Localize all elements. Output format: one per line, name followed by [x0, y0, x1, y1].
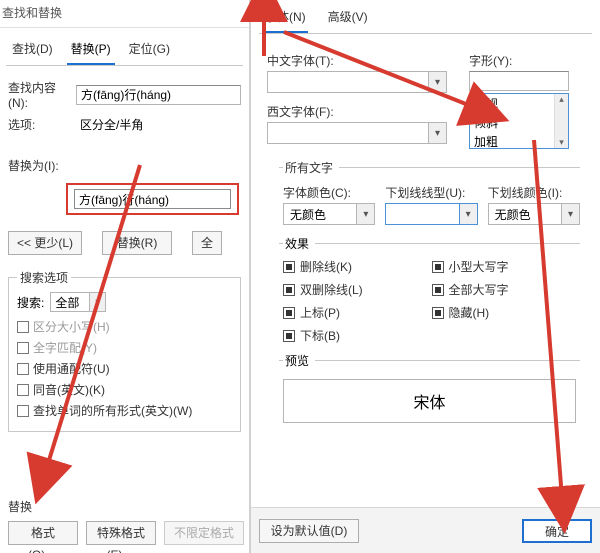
- replacewith-row: 替换为(I):: [0, 154, 249, 177]
- cb-super[interactable]: 上标(P): [283, 304, 432, 321]
- findwhat-input[interactable]: [76, 85, 241, 105]
- cb-dstrike[interactable]: 双删除线(L): [283, 281, 432, 298]
- ulcolor-label: 下划线颜色(I):: [488, 184, 580, 201]
- replacewith-label: 替换为(I):: [8, 157, 74, 174]
- tab-goto[interactable]: 定位(G): [125, 36, 174, 65]
- cjkfont-select[interactable]: ▾: [267, 71, 447, 93]
- replacewith-highlight: [66, 183, 239, 215]
- underline-label: 下划线线型(U):: [385, 184, 477, 201]
- font-dialog-footer: 设为默认值(D) 确定: [251, 507, 600, 553]
- style-listbox[interactable]: 常规 倾斜 加粗: [469, 93, 569, 149]
- font-tab-strip: 字体(N) 高级(V): [251, 4, 600, 33]
- effects-legend: 效果: [283, 235, 315, 252]
- findwhat-label: 查找内容(N):: [8, 79, 70, 110]
- underline-select[interactable]: ▾: [385, 203, 477, 225]
- search-scope-label: 搜索:: [17, 294, 44, 311]
- chevron-down-icon: ▾: [459, 204, 477, 224]
- replace-format-heading: 替换: [8, 498, 241, 515]
- options-row: 选项: 区分全/半角: [0, 113, 249, 136]
- cb-strike[interactable]: 删除线(K): [283, 258, 432, 275]
- cb-smallcaps[interactable]: 小型大写字: [432, 258, 581, 275]
- less-button[interactable]: << 更少(L): [8, 231, 82, 255]
- tab-strip: 查找(D) 替换(P) 定位(G): [0, 28, 249, 65]
- latinfont-select[interactable]: ▾: [267, 122, 447, 144]
- format-button-row: 格式(O)▼ 特殊格式(E)▼ 不限定格式: [0, 521, 249, 553]
- set-default-button[interactable]: 设为默认值(D): [259, 519, 359, 543]
- ok-button[interactable]: 确定: [522, 519, 592, 543]
- chevron-down-icon: ▾: [561, 204, 579, 224]
- search-scope-value: 全部: [55, 294, 79, 311]
- find-replace-dialog: 查找和替换 查找(D) 替换(P) 定位(G) 查找内容(N): 选项: 区分全…: [0, 0, 250, 553]
- preview-box: 宋体: [283, 379, 576, 423]
- latinfont-label: 西文字体(F):: [267, 103, 447, 120]
- cjkfont-label: 中文字体(T):: [267, 52, 447, 69]
- ulcolor-select[interactable]: 无颜色 ▾: [488, 203, 580, 225]
- tab-advanced[interactable]: 高级(V): [326, 4, 370, 33]
- search-scope-row: 搜索: 全部 ▾: [17, 292, 232, 312]
- all-text-legend: 所有文字: [283, 159, 339, 176]
- fontcolor-select[interactable]: 无颜色 ▾: [283, 203, 375, 225]
- replace-button[interactable]: 替换(R): [102, 231, 172, 255]
- chevron-down-icon: ▾: [356, 204, 374, 224]
- all-text-group: 所有文字 字体颜色(C): 无颜色 ▾ 下划线线型(U): ▾: [279, 159, 580, 225]
- preview-legend: 预览: [283, 352, 315, 369]
- effects-group: 效果 删除线(K) 双删除线(L) 上标(P) 下标(B) 小型大写字 全部大写…: [279, 235, 580, 344]
- findwhat-row: 查找内容(N):: [0, 76, 249, 113]
- chevron-down-icon: ▾: [428, 123, 446, 143]
- format-button[interactable]: 格式(O)▼: [8, 521, 78, 545]
- cb-sub[interactable]: 下标(B): [283, 327, 432, 344]
- chevron-down-icon: ▾: [428, 72, 446, 92]
- cb-allcaps[interactable]: 全部大写字: [432, 281, 581, 298]
- style-input[interactable]: [469, 71, 569, 91]
- clear-format-button[interactable]: 不限定格式: [164, 521, 244, 545]
- action-button-row: << 更少(L) 替换(R) 全: [0, 221, 249, 263]
- fontcolor-label: 字体颜色(C):: [283, 184, 375, 201]
- cb-soundslike[interactable]: 同音(英文)(K): [17, 381, 232, 398]
- tab-replace[interactable]: 替换(P): [67, 36, 115, 65]
- font-dialog: 字体(N) 高级(V) 中文字体(T): ▾ 西文字体(F): ▾ 字形(Y):: [250, 0, 600, 553]
- tab-find[interactable]: 查找(D): [8, 36, 57, 65]
- search-scope-select[interactable]: 全部 ▾: [50, 292, 106, 312]
- options-label: 选项:: [8, 116, 74, 133]
- font-body: 中文字体(T): ▾ 西文字体(F): ▾ 字形(Y): 常规 倾斜 加: [251, 48, 600, 423]
- style-label: 字形(Y):: [469, 52, 569, 69]
- scrollbar[interactable]: [554, 94, 568, 148]
- dialog-title: 查找和替换: [0, 0, 249, 28]
- preview-group: 预览 宋体: [279, 352, 580, 423]
- tab-font[interactable]: 字体(N): [263, 4, 308, 33]
- cb-hidden[interactable]: 隐藏(H): [432, 304, 581, 321]
- cb-matchcase[interactable]: 区分大小写(H): [17, 318, 232, 335]
- cb-wildcards[interactable]: 使用通配符(U): [17, 360, 232, 377]
- cb-wordforms[interactable]: 查找单词的所有形式(英文)(W): [17, 402, 232, 419]
- search-options-legend: 搜索选项: [17, 269, 71, 286]
- chevron-down-icon: ▾: [89, 293, 105, 311]
- options-value: 区分全/半角: [80, 116, 143, 133]
- special-format-button[interactable]: 特殊格式(E)▼: [86, 521, 156, 545]
- replace-all-button[interactable]: 全: [192, 231, 222, 255]
- replacewith-input[interactable]: [74, 189, 231, 209]
- search-options-group: 搜索选项 搜索: 全部 ▾ 区分大小写(H) 全字匹配(Y) 使用通配符(U) …: [8, 269, 241, 432]
- cb-wholeword[interactable]: 全字匹配(Y): [17, 339, 232, 356]
